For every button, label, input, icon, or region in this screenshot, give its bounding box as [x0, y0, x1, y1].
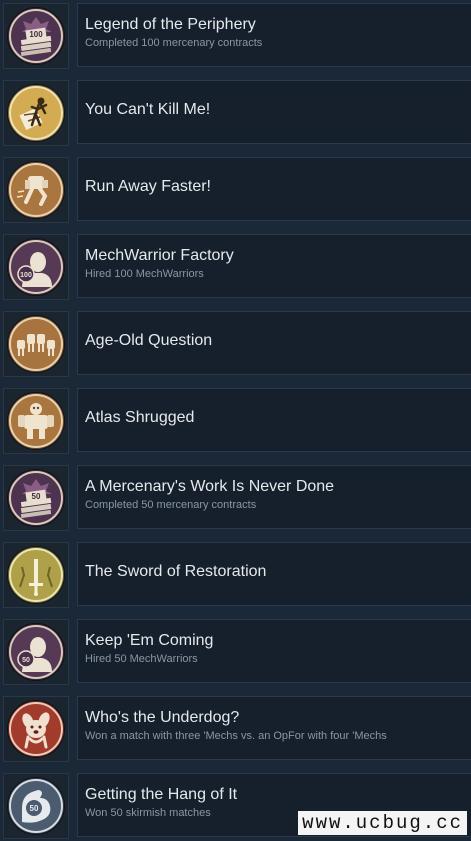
achievement-description: Hired 50 MechWarriors: [85, 653, 198, 665]
achievement-title: Getting the Hang of It: [85, 786, 238, 803]
achievement-title: A Mercenary's Work Is Never Done: [85, 478, 335, 495]
achievement-row[interactable]: Who's the Underdog? Won a match with thr…: [0, 696, 471, 762]
achievement-icon-frame: 50: [3, 773, 69, 839]
achievement-row[interactable]: 50 Keep 'Em Coming Hired 50 MechWarriors: [0, 619, 471, 685]
mechwarrior-portrait-icon: 50: [8, 624, 64, 680]
achievement-info: Atlas Shrugged: [77, 388, 471, 452]
achievement-info: Legend of the Periphery Completed 100 me…: [77, 3, 471, 67]
achievement-icon-frame: [3, 696, 69, 762]
dog-icon: [8, 701, 64, 757]
achievement-title: The Sword of Restoration: [85, 563, 267, 580]
achievement-icon-frame: [3, 542, 69, 608]
mechwarrior-portrait-icon: 100: [8, 239, 64, 295]
flexed-arm-icon: 50: [8, 778, 64, 834]
achievement-info: A Mercenary's Work Is Never Done Complet…: [77, 465, 471, 529]
achievement-title: MechWarrior Factory: [85, 247, 234, 264]
achievement-title: Age-Old Question: [85, 332, 213, 349]
atlas-mech-icon: [8, 393, 64, 449]
achievement-title: You Can't Kill Me!: [85, 101, 211, 118]
achievement-icon-frame: 100: [3, 234, 69, 300]
achievement-info: Run Away Faster!: [77, 157, 471, 221]
achievement-row[interactable]: Age-Old Question: [0, 311, 471, 377]
achievement-row[interactable]: Atlas Shrugged: [0, 388, 471, 454]
achievement-icon-frame: [3, 80, 69, 146]
badge-number: 100: [20, 272, 32, 279]
watermark: www.ucbug.cc: [298, 811, 467, 835]
achievement-row[interactable]: 100 MechWarrior Factory Hired 100 MechWa…: [0, 234, 471, 300]
achievement-info: MechWarrior Factory Hired 100 MechWarrio…: [77, 234, 471, 298]
achievement-row[interactable]: Run Away Faster!: [0, 157, 471, 223]
achievement-description: Hired 100 MechWarriors: [85, 268, 204, 280]
achievement-row[interactable]: 50 A Mercenary's Work Is Never Done Comp…: [0, 465, 471, 531]
sword-icon: [8, 547, 64, 603]
badge-number: 50: [32, 492, 41, 501]
contracts-stack-icon: 100: [8, 8, 64, 64]
achievement-info: Age-Old Question: [77, 311, 471, 375]
achievement-title: Legend of the Periphery: [85, 16, 256, 33]
achievement-description: Completed 50 mercenary contracts: [85, 499, 257, 511]
achievement-title: Run Away Faster!: [85, 178, 211, 195]
achievement-row[interactable]: 100 Legend of the Periphery Completed 10…: [0, 3, 471, 69]
cracked-shield-pilot-icon: [8, 85, 64, 141]
achievement-row[interactable]: You Can't Kill Me!: [0, 80, 471, 146]
achievement-title: Who's the Underdog?: [85, 709, 240, 726]
achievement-icon-frame: [3, 388, 69, 454]
achievement-info: Keep 'Em Coming Hired 50 MechWarriors: [77, 619, 471, 683]
contracts-stack-icon: 50: [8, 470, 64, 526]
badge-number: 50: [22, 657, 30, 664]
running-mech-icon: [8, 162, 64, 218]
achievement-title: Keep 'Em Coming: [85, 632, 214, 649]
achievement-icon-frame: 50: [3, 465, 69, 531]
achievement-row[interactable]: The Sword of Restoration: [0, 542, 471, 608]
achievement-icon-frame: 100: [3, 3, 69, 69]
achievement-info: You Can't Kill Me!: [77, 80, 471, 144]
achievement-icon-frame: [3, 157, 69, 223]
achievement-title: Atlas Shrugged: [85, 409, 195, 426]
achievement-info: Who's the Underdog? Won a match with thr…: [77, 696, 471, 760]
achievement-description: Won 50 skirmish matches: [85, 807, 211, 819]
achievement-description: Won a match with three 'Mechs vs. an OpF…: [85, 730, 387, 742]
badge-number: 100: [29, 30, 43, 39]
achievement-description: Completed 100 mercenary contracts: [85, 37, 263, 49]
achievement-icon-frame: [3, 311, 69, 377]
badge-number: 50: [30, 804, 39, 813]
mech-lineup-icon: [8, 316, 64, 372]
achievement-icon-frame: 50: [3, 619, 69, 685]
achievement-info: The Sword of Restoration: [77, 542, 471, 606]
